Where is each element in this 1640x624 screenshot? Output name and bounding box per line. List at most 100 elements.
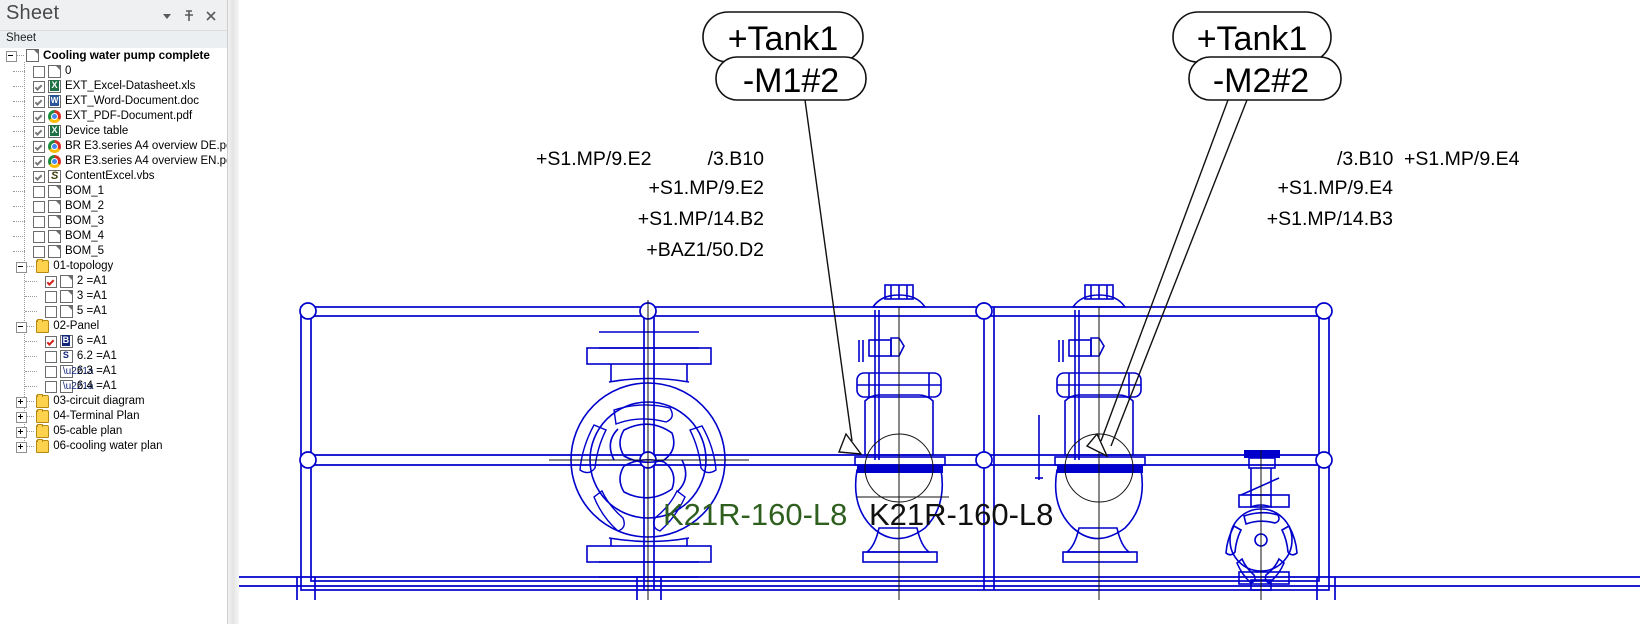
tree-item-checkbox[interactable] [33,216,45,228]
tree-item-checkbox[interactable] [33,201,45,213]
tree-item[interactable]: 3 =A1 [0,289,227,304]
tree-item[interactable]: 2 =A1 [0,274,227,289]
tree-item[interactable]: BOM_4 [0,229,227,244]
tree-item-label: 5 =A1 [76,305,108,317]
tree-connector [13,206,25,208]
tree-item-label: ContentExcel.vbs [65,170,155,182]
tree-item-label: 06-cooling water plan [53,440,163,452]
tree-item-label: BOM_5 [65,245,104,257]
part-label-2: K21R-160-L8 [869,497,1053,532]
tree-connector [17,55,24,57]
tree-item[interactable]: 6 =A1 [0,334,227,349]
xls-icon [48,80,61,93]
chrome-icon [48,110,61,123]
expand-icon[interactable] [16,397,28,408]
tree-item[interactable]: 01-topology [0,259,227,274]
tree-item[interactable]: 6.3 =A1 [0,364,227,379]
tree-item-checkbox[interactable] [44,291,57,303]
drawing-canvas[interactable]: +Tank1 -M1#2 +Tank1 -M2#2 +S1.MP/9.E2 /3… [239,0,1640,624]
collapse-icon[interactable] [16,262,28,273]
tree-item-checkbox[interactable] [44,306,57,318]
tree-connector [13,116,25,118]
tree-item[interactable]: 6.2 =A1 [0,349,227,364]
callout-2-line1: +Tank1 [1197,20,1308,58]
tree-item[interactable]: 04-Terminal Plan [0,409,227,424]
dropdown-arrow-icon[interactable] [159,8,175,24]
doc-icon [48,185,61,198]
tree-item[interactable]: Device table [0,124,227,139]
tree-item[interactable]: BOM_2 [0,199,227,214]
pgV-icon [59,364,93,379]
tree-item[interactable]: 5 =A1 [0,304,227,319]
tree-item[interactable]: BOM_3 [0,214,227,229]
tree-item-checkbox[interactable] [33,96,45,108]
part-label-1: K21R-160-L8 [663,497,847,532]
xref-left-2: +S1.MP/9.E2 [649,177,764,199]
panel-tab-sheet[interactable]: Sheet [0,31,227,49]
close-icon[interactable] [203,8,219,24]
tree-item[interactable]: 02-Panel [0,319,227,334]
pin-icon[interactable] [181,8,197,24]
tree-item-label: 0 [65,65,72,77]
document-tree[interactable]: Cooling water pump complete 0 EXT_Excel-Da… [0,48,227,624]
tree-item-checkbox[interactable] [33,171,45,183]
doc-icon [48,65,61,78]
xref-right-3: +S1.MP/14.B3 [1267,208,1393,230]
tree-item-checkbox[interactable] [44,366,57,378]
tree-item[interactable]: BR E3.series A4 overview EN.pdf [0,154,227,169]
folder-icon [36,319,50,333]
sheet-panel: Sheet Sheet Cooling water pump complete 0… [0,0,228,624]
doc-icon [59,275,73,288]
doc-icon [48,215,61,228]
tree-item-label: BOM_1 [65,185,104,197]
tree-item[interactable]: BR E3.series A4 overview DE.pdf [0,139,227,154]
expand-icon[interactable] [16,427,28,438]
tree-item-checkbox[interactable] [33,126,45,138]
pump-1-annotation-circle [857,307,949,600]
tree-item-checkbox[interactable] [33,231,45,243]
sheets-icon [26,49,39,62]
tree-item[interactable]: 05-cable plan [0,424,227,439]
tree-item[interactable]: EXT_Word-Document.doc [0,94,227,109]
collapse-icon[interactable] [6,51,17,62]
tree-item[interactable]: 0 [0,64,227,79]
tree-connector [27,431,35,433]
tree-item-checkbox[interactable] [44,276,57,288]
tree-item-checkbox[interactable] [44,381,57,393]
tree-item[interactable]: 06-cooling water plan [0,439,227,454]
tree-connector [13,191,25,193]
tree-root-item[interactable]: Cooling water pump complete [0,48,227,64]
pgB-icon [59,335,73,348]
collapse-icon[interactable] [16,322,28,333]
tree-item[interactable]: ContentExcel.vbs [0,169,227,184]
tree-item-checkbox[interactable] [44,351,57,363]
folder-icon [36,424,50,438]
tree-connector [24,311,37,313]
tree-item-checkbox[interactable] [33,141,45,153]
expand-icon[interactable] [16,442,28,453]
xref-left-1: /3.B10 [708,148,765,170]
valve-left-centerlines [549,300,749,600]
tree-item-checkbox[interactable] [44,336,57,348]
pgV-icon [59,379,93,394]
tree-item[interactable]: EXT_Excel-Datasheet.xls [0,79,227,94]
callout-1-line2: -M1#2 [743,62,839,100]
tree-item[interactable]: BOM_1 [0,184,227,199]
tree-item[interactable]: 6.4 =A1 [0,379,227,394]
tree-item-checkbox[interactable] [33,186,45,198]
tree-item-checkbox[interactable] [33,66,45,78]
expand-icon[interactable] [16,412,28,423]
cooling-water-plan-drawing: +Tank1 -M1#2 +Tank1 -M2#2 +S1.MP/9.E2 /3… [239,11,1640,600]
tree-connector [24,356,37,358]
tree-item-label: Device table [65,125,129,137]
tree-connector [24,371,37,373]
tree-connector [13,236,25,238]
tree-item-checkbox[interactable] [33,156,45,168]
tree-item-checkbox[interactable] [33,81,45,93]
tree-item[interactable]: EXT_PDF-Document.pdf [0,109,227,124]
tree-item[interactable]: BOM_5 [0,244,227,259]
tree-connector [13,86,25,88]
tree-item-checkbox[interactable] [33,111,45,123]
tree-item[interactable]: 03-circuit diagram [0,394,227,409]
tree-item-checkbox[interactable] [33,246,45,258]
